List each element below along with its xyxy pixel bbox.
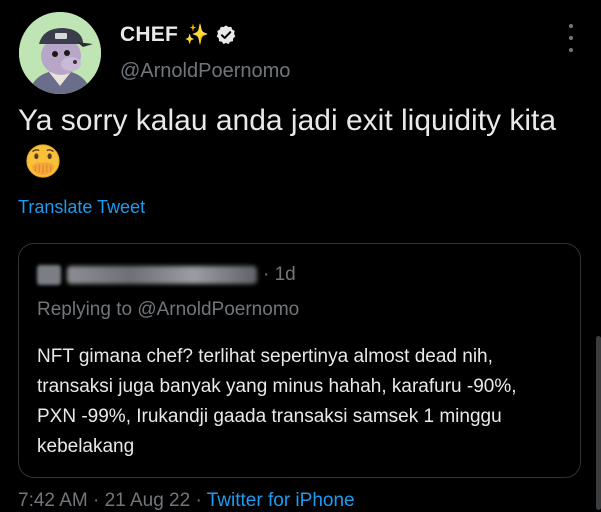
tweet-date[interactable]: 21 Aug 22 xyxy=(105,490,191,511)
author-name-row: CHEF ✨ xyxy=(120,23,237,47)
tweet-body: Ya sorry kalau anda jadi exit liquidity … xyxy=(18,104,557,137)
meta-separator: · xyxy=(87,490,105,511)
replying-to-prefix: Replying to xyxy=(37,299,138,320)
avatar[interactable] xyxy=(19,12,101,94)
quoted-tweet-time: · 1d xyxy=(263,264,296,285)
scrollbar[interactable] xyxy=(596,336,601,510)
quoted-author-name-blurred xyxy=(67,266,257,284)
author-name[interactable]: CHEF xyxy=(120,23,178,47)
quoted-avatar-blurred xyxy=(37,265,61,285)
author-handle[interactable]: @ArnoldPoernomo xyxy=(120,60,290,83)
quoted-tweet-header: · 1d xyxy=(37,264,296,286)
face-with-hand-over-mouth-icon xyxy=(26,144,60,178)
avatar-image xyxy=(19,12,101,94)
tweet-time[interactable]: 7:42 AM xyxy=(18,490,88,511)
tweet-text: Ya sorry kalau anda jadi exit liquidity … xyxy=(18,100,578,185)
quoted-tweet-text: NFT gimana chef? terlihat sepertinya alm… xyxy=(37,346,517,457)
replying-to-line: Replying to @ArnoldPoernomo xyxy=(37,299,299,321)
sparkles-emoji: ✨ xyxy=(183,24,209,46)
tweet-source-link[interactable]: Twitter for iPhone xyxy=(207,490,355,511)
meta-separator: · xyxy=(190,490,207,511)
quoted-tweet-card[interactable]: · 1d Replying to @ArnoldPoernomo NFT gim… xyxy=(18,243,581,478)
verified-badge-icon xyxy=(216,25,236,45)
translate-tweet-link[interactable]: Translate Tweet xyxy=(18,197,145,218)
replying-to-handle[interactable]: @ArnoldPoernomo xyxy=(137,299,299,320)
tweet-metadata: 7:42 AM · 21 Aug 22 · Twitter for iPhone xyxy=(18,490,355,512)
more-options-icon[interactable] xyxy=(562,24,580,52)
